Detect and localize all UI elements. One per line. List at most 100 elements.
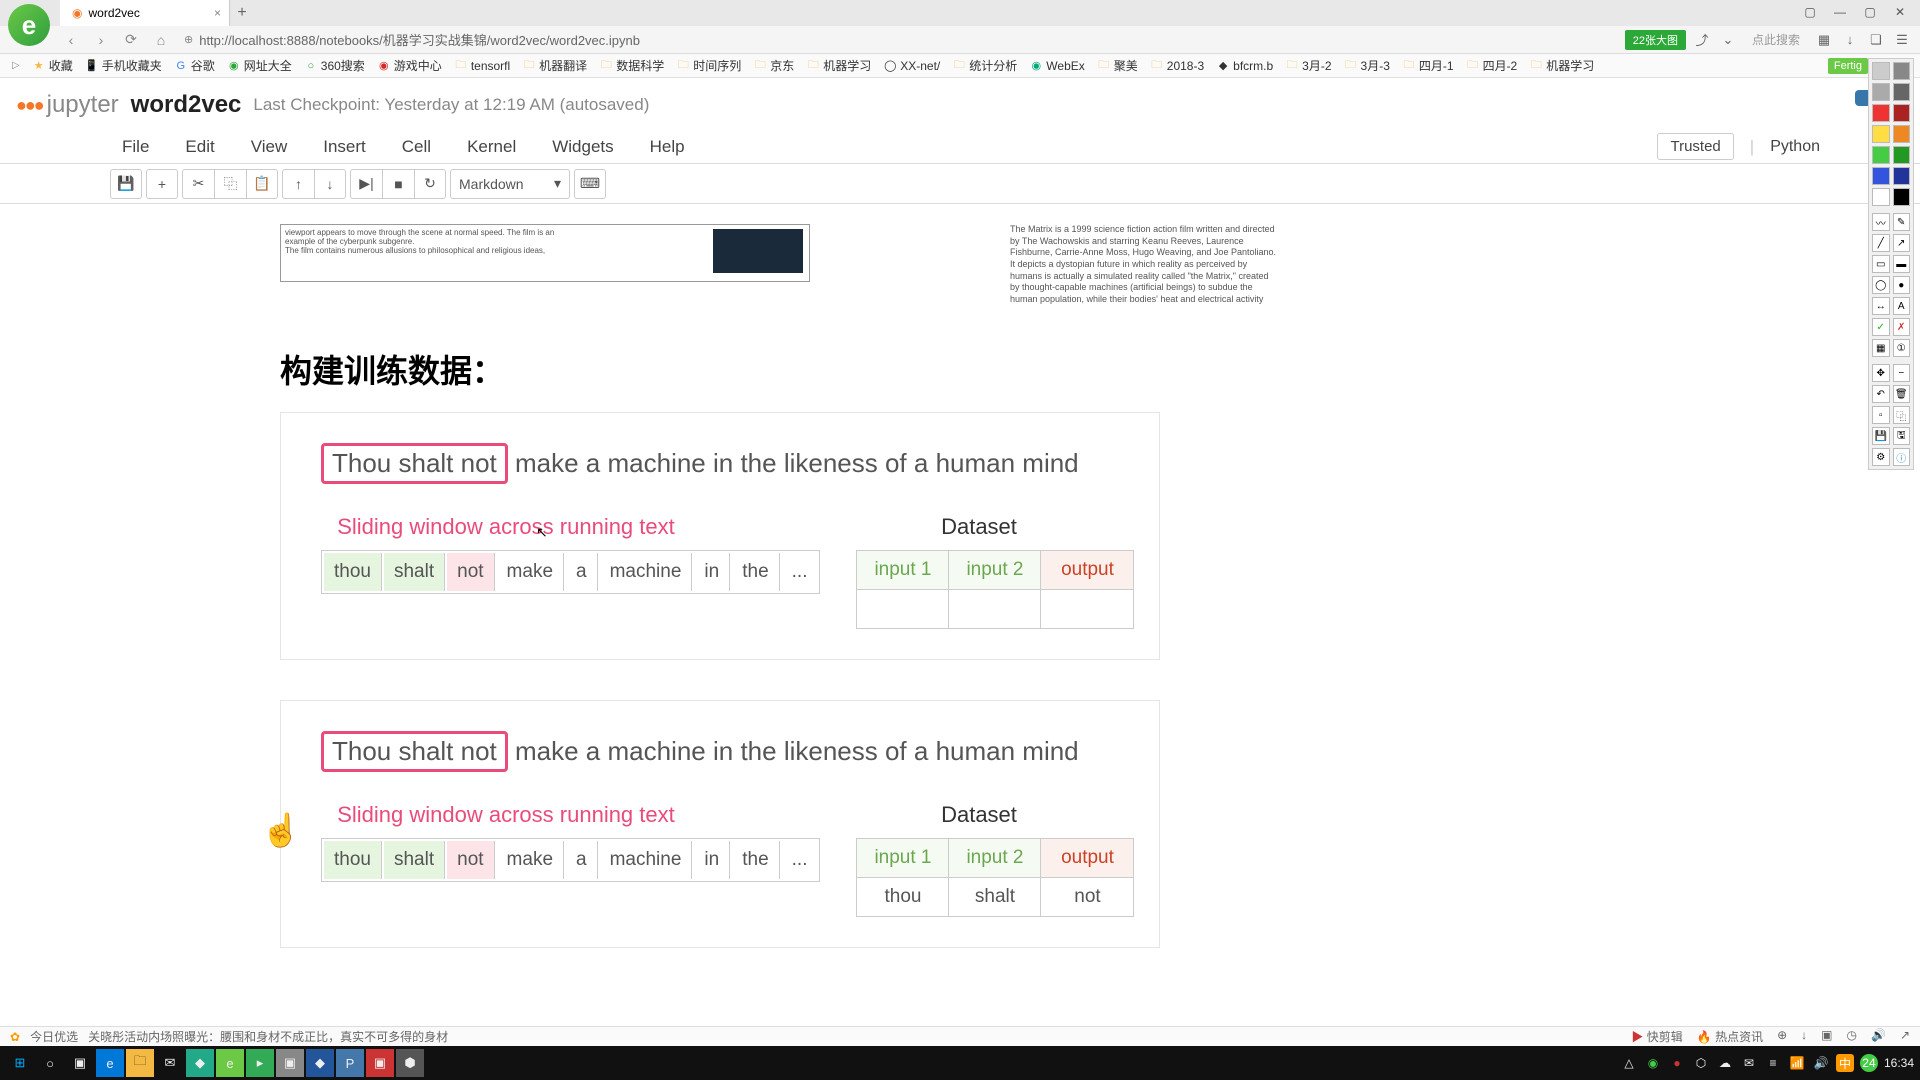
explorer-icon[interactable]: 🗀 [126, 1049, 154, 1077]
ext-icon-4[interactable]: ☰ [1892, 30, 1912, 50]
command-palette-button[interactable]: ⌨ [574, 169, 606, 199]
menu-widgets[interactable]: Widgets [550, 133, 615, 161]
restart-button[interactable]: ↻ [414, 169, 446, 199]
app-icon[interactable]: ▣ [366, 1049, 394, 1077]
bookmark-item[interactable]: 🗀京东 [749, 57, 798, 74]
tool-ellipse[interactable]: ◯ [1872, 276, 1890, 294]
color-red[interactable] [1872, 104, 1890, 122]
tray-icon[interactable]: ≡ [1764, 1054, 1782, 1072]
tool-save[interactable]: 💾 [1872, 427, 1890, 445]
bookmark-item[interactable]: ◆bfcrm.b [1212, 59, 1277, 73]
tool-save2[interactable]: 🖫 [1893, 427, 1911, 445]
tool-ellipse-fill[interactable]: ● [1893, 276, 1911, 294]
url-bar[interactable]: ⊕ http://localhost:8888/notebooks/机器学习实战… [180, 30, 1617, 49]
tool-help[interactable]: ⓘ [1893, 448, 1911, 466]
bookmark-item[interactable]: ★收藏 [28, 57, 77, 74]
start-button[interactable]: ⊞ [6, 1049, 34, 1077]
color-darkblue[interactable] [1893, 167, 1911, 185]
tool-undo[interactable]: ↶ [1872, 385, 1890, 403]
status-icon[interactable]: 🔊 [1871, 1028, 1886, 1045]
tool-marker[interactable]: ✎ [1893, 213, 1911, 231]
app-icon[interactable]: ▸ [246, 1049, 274, 1077]
bookmark-item[interactable]: ◉网址大全 [223, 57, 296, 74]
color-gray-dark[interactable] [1893, 62, 1911, 80]
battery-icon[interactable]: 24 [1860, 1054, 1878, 1072]
menu-kernel[interactable]: Kernel [465, 133, 518, 161]
color-white[interactable] [1872, 188, 1890, 206]
annotation-done-button[interactable]: Fertig [1828, 58, 1868, 74]
menu-file[interactable]: File [120, 133, 151, 161]
tool-blur[interactable]: ▦ [1872, 339, 1890, 357]
color-yellow[interactable] [1872, 125, 1890, 143]
tray-icon[interactable]: ● [1668, 1054, 1686, 1072]
color-darkgreen[interactable] [1893, 146, 1911, 164]
add-cell-button[interactable]: + [146, 169, 178, 199]
bookmark-item[interactable]: ◯XX-net/ [879, 59, 944, 73]
bookmark-item[interactable]: 🗀机器学习 [802, 57, 875, 74]
app-icon[interactable]: ▣ [276, 1049, 304, 1077]
bookmark-item[interactable]: 🗀四月-2 [1462, 57, 1522, 74]
tool-new[interactable]: ▫ [1872, 406, 1890, 424]
move-up-button[interactable]: ↑ [282, 169, 314, 199]
news-ticker[interactable]: 关晓彤活动内场照曝光：腰围和身材不成正比，真实不可多得的身材 [88, 1028, 448, 1045]
tray-icon[interactable]: ◉ [1644, 1054, 1662, 1072]
color-gray-darker[interactable] [1893, 83, 1911, 101]
tool-double-arrow[interactable]: ↔ [1872, 297, 1890, 315]
share-icon[interactable]: ⤴ [1692, 30, 1712, 50]
tray-icon[interactable]: △ [1620, 1054, 1638, 1072]
menu-edit[interactable]: Edit [183, 133, 216, 161]
taskview-button[interactable]: ▣ [66, 1049, 94, 1077]
ext-icon-2[interactable]: ↓ [1840, 30, 1860, 50]
bookmarks-expand[interactable]: ▷ [8, 60, 24, 71]
today-label[interactable]: 今日优选 [30, 1028, 78, 1045]
cortana-button[interactable]: ○ [36, 1049, 64, 1077]
color-green[interactable] [1872, 146, 1890, 164]
menu-cell[interactable]: Cell [400, 133, 433, 161]
status-icon[interactable]: ▣ [1821, 1028, 1832, 1045]
forward-button[interactable]: › [90, 29, 112, 51]
tool-copy[interactable]: ⿻ [1893, 406, 1911, 424]
notebook-title[interactable]: word2vec [131, 91, 242, 119]
bookmark-item[interactable]: 🗀聚美 [1093, 57, 1142, 74]
bookmark-item[interactable]: ◉游戏中心 [373, 57, 446, 74]
tool-freehand[interactable]: 〰 [1872, 213, 1890, 231]
close-icon[interactable]: × [214, 6, 221, 20]
tool-move[interactable]: ✥ [1872, 364, 1890, 382]
app-icon[interactable]: ⬢ [396, 1049, 424, 1077]
kernel-indicator[interactable]: Python [1770, 138, 1820, 156]
run-button[interactable]: ▶| [350, 169, 382, 199]
save-button[interactable]: 💾 [110, 169, 142, 199]
menu-view[interactable]: View [249, 133, 290, 161]
menu-help[interactable]: Help [648, 133, 687, 161]
color-gray-light[interactable] [1872, 62, 1890, 80]
reload-button[interactable]: ⟳ [120, 29, 142, 51]
tray-icon[interactable]: ☁ [1716, 1054, 1734, 1072]
copy-button[interactable]: ⿻ [214, 169, 246, 199]
tool-trash[interactable]: 🗑 [1893, 385, 1911, 403]
app-icon[interactable]: ◆ [306, 1049, 334, 1077]
new-tab-button[interactable]: + [230, 4, 254, 22]
tool-cross[interactable]: ✗ [1893, 318, 1911, 336]
app-icon[interactable]: ◆ [186, 1049, 214, 1077]
color-black[interactable] [1893, 188, 1911, 206]
bookmark-item[interactable]: 🗀四月-1 [1398, 57, 1458, 74]
bookmark-item[interactable]: 🗀统计分析 [948, 57, 1021, 74]
zoom-badge[interactable]: 22张大图 [1625, 30, 1686, 50]
jupyter-logo[interactable]: ●●●jupyter [16, 91, 119, 119]
status-icon[interactable]: ◷ [1847, 1028, 1857, 1045]
tool-arrow[interactable]: ↗ [1893, 234, 1911, 252]
ime-icon[interactable]: 中 [1836, 1054, 1854, 1072]
bookmark-item[interactable]: G谷歌 [170, 57, 219, 74]
wifi-icon[interactable]: 📶 [1788, 1054, 1806, 1072]
status-icon[interactable]: ↗ [1900, 1028, 1910, 1045]
status-icon[interactable]: ⊕ [1777, 1028, 1787, 1045]
tray-icon[interactable]: ✉ [1740, 1054, 1758, 1072]
ext-icon-3[interactable]: ❏ [1866, 30, 1886, 50]
maximize-button[interactable]: ▢ [1856, 2, 1884, 22]
tool-text[interactable]: A [1893, 297, 1911, 315]
status-icon[interactable]: ↓ [1801, 1028, 1807, 1045]
tool-rect-fill[interactable]: ▬ [1893, 255, 1911, 273]
bookmark-item[interactable]: 🗀tensorfl [450, 59, 514, 73]
tool-check[interactable]: ✓ [1872, 318, 1890, 336]
win-tab-icon[interactable]: ▢ [1796, 2, 1824, 22]
